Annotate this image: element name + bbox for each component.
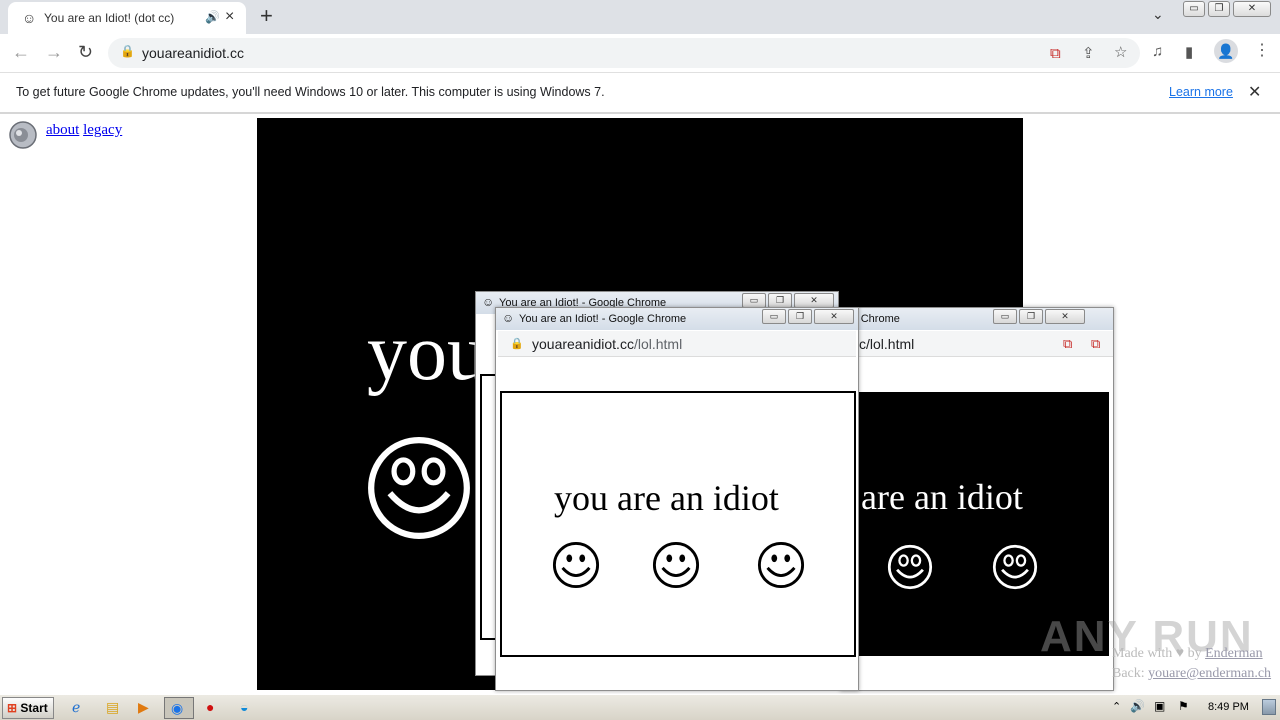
ie-icon[interactable]: ℯ: [72, 699, 80, 716]
browser-tab[interactable]: ☺ You are an Idiot! (dot cc) 🔊 ×: [8, 2, 246, 34]
taskbar: ⊞ Start ℯ ▤ ▶ ◉ ● ◒ ⌃ 🔊 ▣ ⚑ 8:49 PM: [0, 694, 1280, 720]
close-window-button[interactable]: ✕: [794, 293, 834, 308]
new-tab-button[interactable]: +: [260, 3, 273, 29]
smiley-icon: [552, 541, 600, 589]
popup-address-bar[interactable]: c/lol.html ⧉ ⧉: [843, 331, 1113, 357]
close-window-button[interactable]: ✕: [814, 309, 854, 324]
popup-title-bar[interactable]: gle Chrome ▭ ❐ ✕: [841, 308, 1113, 330]
close-window-button[interactable]: ✕: [1233, 1, 1271, 17]
forward-button[interactable]: →: [45, 42, 63, 63]
restore-button[interactable]: ❐: [1019, 309, 1043, 324]
chrome-icon: ◉: [171, 700, 184, 716]
speaker-icon[interactable]: [8, 120, 40, 150]
address-bar[interactable]: 🔒 youareanidiot.cc ⧉ ⇪ ☆: [108, 38, 1140, 68]
close-infobar-icon[interactable]: ✕: [1248, 82, 1261, 102]
footer-credits: Made with ♥ by Enderman Back: youare@end…: [1112, 646, 1272, 681]
lock-icon[interactable]: 🔒: [120, 44, 135, 58]
lock-icon: 🔒: [510, 338, 524, 350]
windows-logo-icon: ⊞: [7, 701, 18, 715]
reload-button[interactable]: ↻: [78, 42, 93, 63]
tray-expand-icon[interactable]: ⌃: [1112, 700, 1121, 713]
tab-title: You are an Idiot! (dot cc): [44, 11, 175, 25]
chrome-taskbar-button[interactable]: ◉: [164, 697, 194, 719]
url-text[interactable]: youareanidiot.cc: [142, 45, 244, 61]
blocked-popup-icon[interactable]: ⧉: [1091, 336, 1100, 352]
show-desktop-button[interactable]: [1262, 699, 1276, 715]
popup-title: You are an Idiot! - Google Chrome: [519, 313, 687, 325]
big-text: you: [367, 309, 487, 397]
close-window-button[interactable]: ✕: [1045, 309, 1085, 324]
smiley-icon: ☺: [502, 311, 515, 325]
popup-address-bar[interactable]: 🔒 youareanidiot.cc/lol.html: [498, 331, 856, 357]
popup-text: you are an idiot: [554, 478, 779, 518]
learn-more-link[interactable]: Learn more: [1169, 85, 1233, 99]
media-control-icon[interactable]: ♫: [1152, 43, 1163, 60]
infobar-message: To get future Google Chrome updates, you…: [16, 85, 605, 99]
popup-url[interactable]: youareanidiot.cc/lol.html: [532, 336, 682, 352]
flag-icon[interactable]: ⚑: [1178, 699, 1189, 713]
about-link[interactable]: about: [46, 122, 79, 138]
popup-text: are an idiot: [861, 477, 1023, 517]
smiley-icon: [652, 541, 700, 589]
blocked-popup-icon[interactable]: ⧉: [1050, 45, 1061, 62]
smiley-icon: [368, 437, 470, 539]
smiley-icon: [992, 544, 1038, 590]
author-link[interactable]: Enderman: [1205, 646, 1263, 661]
minimize-button[interactable]: ▭: [993, 309, 1017, 324]
back-button[interactable]: ←: [12, 42, 30, 63]
restore-button[interactable]: ❐: [768, 293, 792, 308]
media-player-icon[interactable]: ▶: [138, 699, 149, 716]
menu-kebab-icon[interactable]: ⋮: [1254, 40, 1270, 60]
smiley-icon: [887, 544, 933, 590]
smiley-icon: ☺: [22, 10, 37, 26]
blocked-popup-icon[interactable]: ⧉: [1063, 336, 1072, 352]
popup-title-bar[interactable]: ☺ You are an Idiot! - Google Chrome ▭ ❐ …: [496, 308, 858, 330]
close-tab-icon[interactable]: ×: [225, 8, 234, 26]
tab-strip: ☺ You are an Idiot! (dot cc) 🔊 × + ⌄ ▭ ❐…: [0, 0, 1280, 34]
smiley-icon: [757, 541, 805, 589]
contact-link[interactable]: youare@enderman.ch: [1148, 666, 1271, 681]
update-infobar: To get future Google Chrome updates, you…: [0, 72, 1280, 114]
nav-links: about legacy: [46, 122, 122, 139]
minimize-button[interactable]: ▭: [1183, 1, 1205, 17]
popup-url[interactable]: c/lol.html: [859, 336, 914, 352]
side-panel-icon[interactable]: ▮: [1185, 43, 1193, 61]
minimize-button[interactable]: ▭: [762, 309, 786, 324]
share-icon[interactable]: ⇪: [1082, 44, 1095, 62]
network-icon[interactable]: ▣: [1154, 699, 1165, 713]
profile-avatar[interactable]: 👤: [1214, 39, 1238, 63]
restore-button[interactable]: ❐: [1208, 1, 1230, 17]
chevron-down-icon[interactable]: ⌄: [1152, 6, 1164, 23]
folder-icon[interactable]: ▤: [106, 699, 119, 716]
bookmark-star-icon[interactable]: ☆: [1114, 43, 1127, 61]
minimize-button[interactable]: ▭: [742, 293, 766, 308]
browser-toolbar: ← → ↻ 🔒 youareanidiot.cc ⧉ ⇪ ☆ ♫ ▮ 👤 ⋮: [0, 34, 1280, 72]
speaker-icon[interactable]: 🔊: [205, 10, 220, 24]
opera-icon[interactable]: ●: [206, 699, 214, 715]
clock[interactable]: 8:49 PM: [1208, 701, 1249, 713]
popup-window[interactable]: ☺ You are an Idiot! - Google Chrome ▭ ❐ …: [495, 307, 859, 691]
volume-icon[interactable]: 🔊: [1130, 699, 1145, 713]
popup-content: you are an idiot: [500, 391, 856, 657]
smiley-icon: ☺: [482, 295, 495, 309]
edge-icon[interactable]: ◒: [240, 699, 248, 715]
start-button[interactable]: ⊞ Start: [2, 697, 54, 719]
restore-button[interactable]: ❐: [788, 309, 812, 324]
legacy-link[interactable]: legacy: [83, 122, 122, 138]
